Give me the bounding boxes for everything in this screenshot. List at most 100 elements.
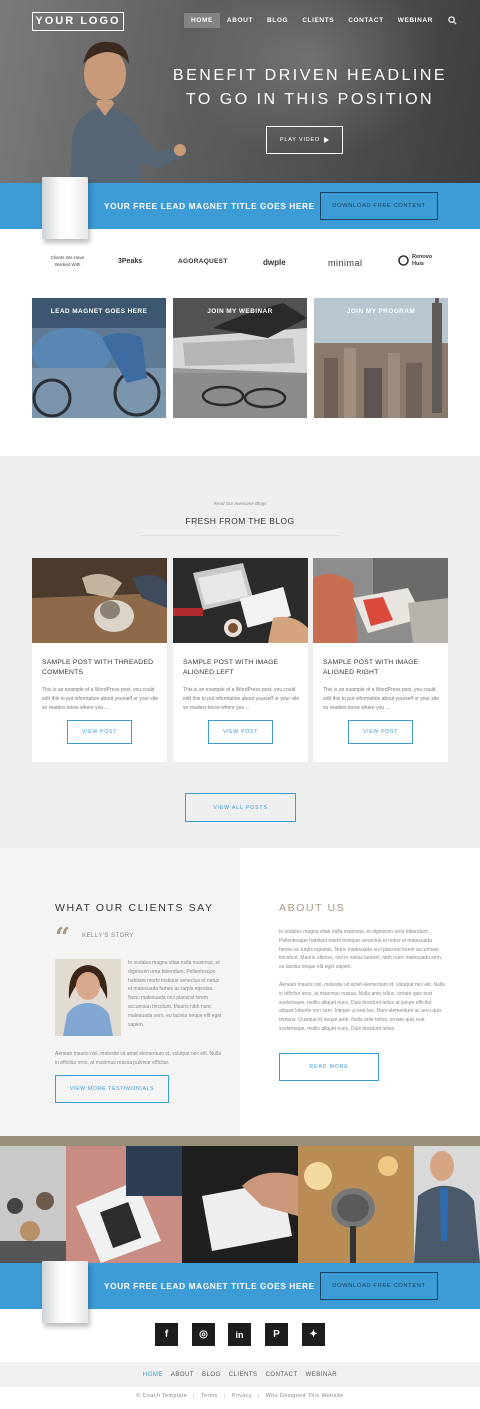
blog-post-card: SAMPLE POST WITH IMAGE ALIGNED LEFT This…: [173, 558, 308, 762]
lead-magnet-book-image: [42, 1261, 88, 1323]
twitter-icon[interactable]: ✦: [302, 1323, 325, 1346]
post-thumbnail[interactable]: [32, 558, 167, 643]
clients-label: Clients We Have Worked With: [50, 255, 85, 267]
lead-magnet-band: YOUR FREE LEAD MAGNET TITLE GOES HERE DO…: [0, 177, 480, 239]
terms-link[interactable]: Terms: [201, 1393, 218, 1399]
promo-image-laptop: [173, 298, 307, 418]
about-paragraph-1: In sodales magna vitae nulla maximus, et…: [279, 929, 443, 971]
testimonials-section: WHAT OUR CLIENTS SAY “ KELLY'S STORY In …: [0, 848, 240, 1136]
testimonial-name: KELLY'S STORY: [82, 933, 135, 939]
post-excerpt: This is an example of a WordPress post, …: [42, 687, 159, 711]
privacy-link[interactable]: Privacy: [231, 1393, 251, 1399]
footer-nav: HOME ABOUT BLOG CLIENTS CONTACT WEBINAR: [0, 1362, 480, 1387]
testimonial-text: In sodales magna vitae nulla maximus, et…: [128, 960, 222, 1028]
footer-nav-contact[interactable]: CONTACT: [266, 1372, 298, 1378]
testimonial-photo: [55, 959, 121, 1036]
post-thumbnail[interactable]: [313, 558, 448, 643]
post-image-cat: [32, 558, 167, 643]
search-icon[interactable]: [448, 16, 457, 25]
footer-nav-blog[interactable]: BLOG: [202, 1372, 221, 1378]
promo-title: JOIN MY WEBINAR: [207, 308, 273, 315]
promo-card-lead-magnet[interactable]: LEAD MAGNET GOES HERE: [32, 298, 166, 418]
testimonials-title: WHAT OUR CLIENTS SAY: [55, 902, 214, 914]
post-excerpt: This is an example of a WordPress post, …: [323, 687, 440, 711]
download-free-content-button[interactable]: DOWNLOAD FREE CONTENT: [320, 1272, 438, 1300]
main-nav: HOME ABOUT BLOG CLIENTS CONTACT WEBINAR: [184, 13, 457, 28]
post-title[interactable]: SAMPLE POST WITH IMAGE ALIGNED LEFT: [183, 658, 301, 678]
hero-headline-line2: TO GO IN THIS POSITION: [185, 91, 435, 108]
client-logo-agoraquest: AGORAQUEST: [178, 258, 228, 265]
nav-clients[interactable]: CLIENTS: [295, 13, 341, 28]
testimonial-text-continued: Aenean mauris nisl, molestie sit amet el…: [55, 1051, 221, 1066]
view-post-button[interactable]: VIEW POST: [67, 720, 132, 744]
client-logos: Clients We Have Worked With 3Peaks AGORA…: [0, 252, 480, 276]
post-excerpt: This is an example of a WordPress post, …: [183, 687, 300, 711]
footer-nav-clients[interactable]: CLIENTS: [229, 1372, 258, 1378]
lead-magnet-band-bottom: YOUR FREE LEAD MAGNET TITLE GOES HERE DO…: [0, 1261, 480, 1323]
instagram-icon[interactable]: ◎: [192, 1323, 215, 1346]
play-video-button[interactable]: PLAY VIDEO: [266, 126, 343, 154]
divider-bar: [0, 1136, 480, 1146]
post-image-notebook: [313, 558, 448, 643]
lead-magnet-title: YOUR FREE LEAD MAGNET TITLE GOES HERE: [104, 1281, 315, 1291]
logo[interactable]: YOUR LOGO: [32, 12, 124, 31]
credit-link[interactable]: Who Designed This Website: [266, 1393, 344, 1399]
download-free-content-button[interactable]: DOWNLOAD FREE CONTENT: [320, 192, 438, 220]
view-post-button[interactable]: VIEW POST: [348, 720, 413, 744]
renovo-circle-icon: [398, 255, 409, 266]
strip-image-audience: [0, 1146, 66, 1263]
strip-image-businessman: [414, 1146, 480, 1263]
linkedin-icon[interactable]: in: [228, 1323, 251, 1346]
client-logo-renovo: Renovo Huis: [398, 254, 440, 268]
client-logo-dwple: dwple: [263, 258, 286, 267]
nav-home[interactable]: HOME: [184, 13, 220, 28]
post-title[interactable]: SAMPLE POST WITH THREADED COMMENTS: [42, 658, 160, 678]
about-title: ABOUT US: [279, 902, 346, 914]
nav-contact[interactable]: CONTACT: [341, 13, 391, 28]
promo-image-cycling: [32, 298, 166, 418]
footer-nav-home[interactable]: HOME: [143, 1372, 163, 1378]
play-icon: [324, 137, 330, 143]
copyright-text: © Coach Template: [136, 1393, 188, 1399]
strip-image-microphone: [298, 1146, 414, 1263]
read-more-button[interactable]: READ MORE: [279, 1053, 379, 1081]
quote-icon: “: [55, 923, 70, 953]
about-paragraph-2: Aenean mauris nisl, molestie sit amet el…: [279, 982, 445, 1032]
blog-post-card: SAMPLE POST WITH IMAGE ALIGNED RIGHT Thi…: [313, 558, 448, 762]
blog-divider: [140, 535, 340, 536]
post-title[interactable]: SAMPLE POST WITH IMAGE ALIGNED RIGHT: [323, 658, 441, 678]
hero-headline: BENEFIT DRIVEN HEADLINE TO GO IN THIS PO…: [160, 64, 460, 112]
promo-card-webinar[interactable]: JOIN MY WEBINAR: [173, 298, 307, 418]
hero-section: YOUR LOGO HOME ABOUT BLOG CLIENTS CONTAC…: [0, 0, 480, 183]
nav-webinar[interactable]: WEBINAR: [391, 13, 440, 28]
nav-about[interactable]: ABOUT: [220, 13, 260, 28]
strip-image-writing: [182, 1146, 298, 1263]
footer-nav-about[interactable]: ABOUT: [171, 1372, 194, 1378]
client-logo-minimal: minimal: [328, 258, 363, 268]
promo-image-city: [314, 298, 448, 418]
view-all-posts-button[interactable]: VIEW ALL POSTS: [185, 793, 296, 822]
view-more-testimonials-button[interactable]: VIEW MORE TESTIMONIALS: [55, 1075, 169, 1103]
promo-title: JOIN MY PROGRAM: [346, 308, 416, 315]
copyright-line: © Coach Template | Terms | Privacy | Who Desig…: [136, 1393, 344, 1399]
blog-kicker: Read Our Awesome Blogs: [213, 501, 267, 506]
about-section: ABOUT US In sodales magna vitae nulla ma…: [240, 848, 480, 1136]
blog-section: Read Our Awesome Blogs FRESH FROM THE BL…: [0, 456, 480, 848]
post-thumbnail[interactable]: [173, 558, 308, 643]
client-logo-3peaks: 3Peaks: [118, 258, 143, 265]
lead-magnet-title: YOUR FREE LEAD MAGNET TITLE GOES HERE: [104, 201, 315, 211]
facebook-icon[interactable]: f: [155, 1323, 178, 1346]
footer-nav-webinar[interactable]: WEBINAR: [306, 1372, 338, 1378]
testimonial-avatar: [55, 959, 121, 1036]
blog-title: FRESH FROM THE BLOG: [185, 516, 295, 526]
promo-card-program[interactable]: JOIN MY PROGRAM: [314, 298, 448, 418]
blog-post-card: SAMPLE POST WITH THREADED COMMENTS This …: [32, 558, 167, 762]
renovo-label: Renovo Huis: [412, 254, 433, 267]
play-video-label: PLAY VIDEO: [279, 137, 321, 143]
pinterest-icon[interactable]: P: [265, 1323, 288, 1346]
post-image-desk: [173, 558, 308, 643]
lead-magnet-book-image: [42, 177, 88, 239]
promo-title: LEAD MAGNET GOES HERE: [50, 308, 148, 315]
view-post-button[interactable]: VIEW POST: [208, 720, 273, 744]
nav-blog[interactable]: BLOG: [260, 13, 295, 28]
